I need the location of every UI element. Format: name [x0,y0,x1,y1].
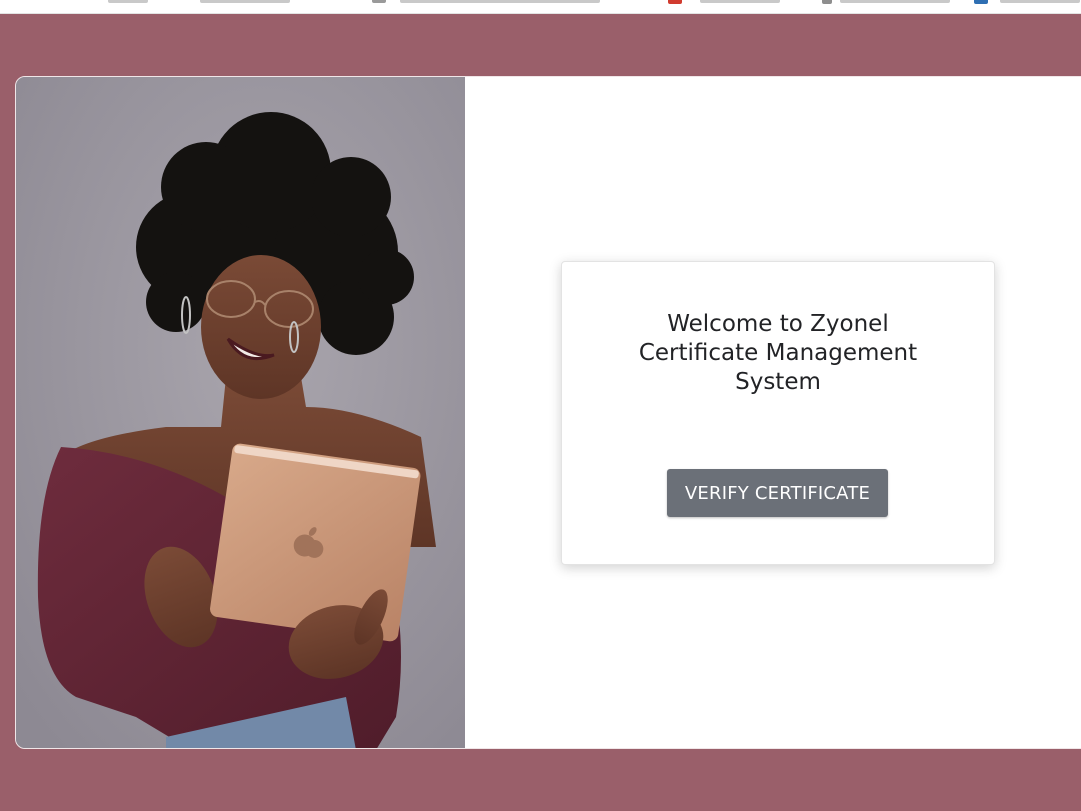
hero-photo [16,77,465,748]
bookmark-favicon-icon[interactable] [974,0,988,4]
bookmark-item[interactable] [840,0,950,3]
bookmark-item[interactable] [372,0,386,3]
bookmark-item[interactable] [1000,0,1080,3]
bookmark-item[interactable] [700,0,780,3]
welcome-title: Welcome to Zyonel Certificate Management… [638,311,918,395]
main-card: Welcome to Zyonel Certificate Management… [15,76,1081,749]
browser-bookmarks-bar [0,0,1081,14]
welcome-panel: Welcome to Zyonel Certificate Management… [561,261,995,565]
bookmark-favicon-icon[interactable] [822,0,832,4]
bookmark-favicon-icon[interactable] [668,0,682,4]
bookmark-item[interactable] [200,0,290,3]
bookmark-item[interactable] [108,0,148,3]
bookmark-item[interactable] [400,0,600,3]
verify-certificate-button[interactable]: VERIFY CERTIFICATE [667,469,888,517]
woman-with-tablet-photo [16,77,465,748]
